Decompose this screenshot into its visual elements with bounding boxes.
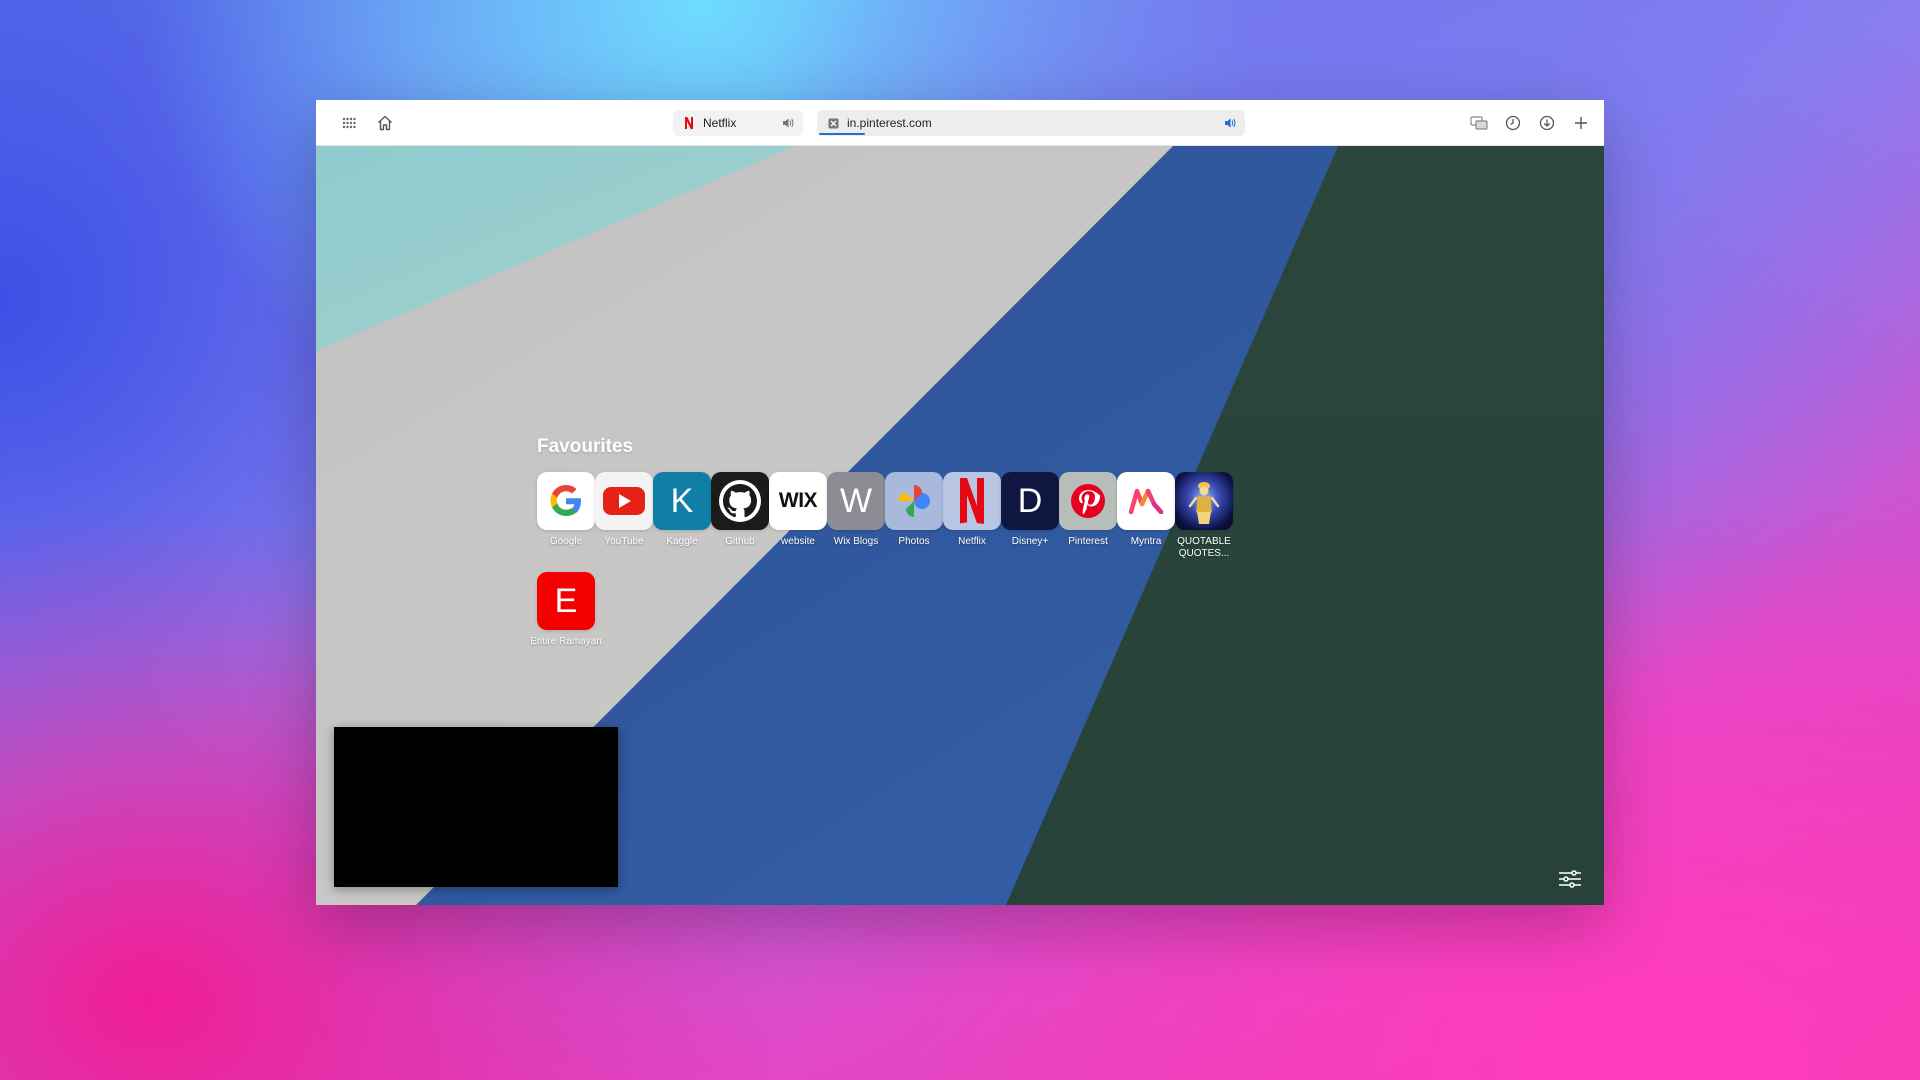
tile-letter: WIX — [778, 489, 818, 512]
plus-icon[interactable] — [1570, 112, 1592, 134]
myntra-icon — [1117, 472, 1175, 530]
wix-logo-icon: WIX — [769, 472, 827, 530]
google-icon — [537, 472, 595, 530]
new-tab-page: Favourites Google YouTube K Kaggle Githu… — [316, 146, 1604, 905]
favourites-heading: Favourites — [537, 436, 634, 457]
home-icon[interactable] — [374, 112, 396, 134]
disney-letter-icon: D — [1001, 472, 1059, 530]
netflix-n-icon — [683, 117, 695, 129]
tab-switch-icon[interactable] — [1468, 112, 1490, 134]
tab-title: in.pinterest.com — [847, 116, 932, 130]
tile-quotable-quotes[interactable]: QUOTABLE QUOTES... — [1175, 472, 1233, 560]
close-box-icon — [827, 117, 839, 129]
tile-letter: E — [554, 581, 578, 620]
thumbnail-image — [1175, 472, 1233, 530]
browser-window: Netflix in.pinterest.com Favourites Goog… — [316, 100, 1604, 905]
tile-label: Entire Ramayan — [530, 636, 602, 647]
wix-blogs-letter-icon: W — [827, 472, 885, 530]
tile-label: QUOTABLE QUOTES... — [1177, 536, 1231, 559]
browser-toolbar: Netflix in.pinterest.com — [316, 100, 1604, 146]
video-preview-black[interactable] — [334, 727, 618, 887]
entire-ramayan-letter-icon: E — [537, 572, 595, 630]
github-icon — [711, 472, 769, 530]
tab-title: Netflix — [703, 116, 737, 130]
tile-entire-ramayan[interactable]: E Entire Ramayan — [530, 572, 602, 648]
tile-letter: K — [670, 481, 694, 520]
speaker-icon[interactable] — [781, 116, 795, 133]
download-icon[interactable] — [1536, 112, 1558, 134]
tile-letter: W — [839, 481, 873, 520]
speaker-icon[interactable] — [1223, 116, 1237, 133]
netflix-n-icon — [943, 472, 1001, 530]
kaggle-letter-icon: K — [653, 472, 711, 530]
tile-letter: D — [1017, 481, 1043, 520]
youtube-icon — [595, 472, 653, 530]
settings-sliders-icon[interactable] — [1556, 867, 1584, 891]
history-icon[interactable] — [1502, 112, 1524, 134]
photos-pinwheel-icon — [885, 472, 943, 530]
pinterest-icon — [1059, 472, 1117, 530]
tab-pinterest[interactable]: in.pinterest.com — [817, 110, 1245, 136]
grid-apps-icon[interactable] — [338, 112, 360, 134]
active-tab-indicator — [819, 133, 865, 135]
tab-netflix[interactable]: Netflix — [673, 110, 803, 136]
